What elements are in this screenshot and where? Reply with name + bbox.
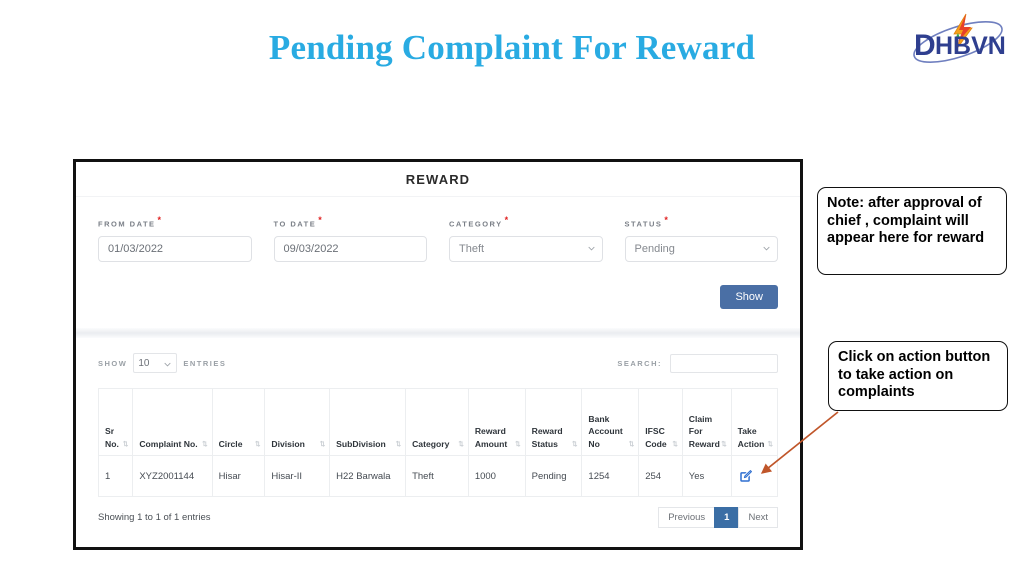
sort-icon: ⇅ <box>721 441 727 448</box>
show-button[interactable]: Show <box>720 285 778 309</box>
category-selected-value: Theft <box>459 242 485 255</box>
sort-icon: ⇅ <box>458 441 464 448</box>
table-controls: SHOW 10 ENTRIES SEARCH: <box>98 350 778 376</box>
sort-icon: ⇅ <box>672 441 678 448</box>
required-marker: * <box>157 215 163 225</box>
filter-form: FROM DATE* TO DATE* CATEGORY* <box>76 197 800 328</box>
from-date-field: FROM DATE * <box>98 215 252 262</box>
to-date-input[interactable] <box>273 235 427 262</box>
cell-reward-status: Pending <box>524 455 583 497</box>
status-selected-value: Pending <box>634 242 675 255</box>
required-marker: * <box>664 215 670 225</box>
card-title: REWARD <box>405 171 471 187</box>
col-circle[interactable]: Circle ⇅ <box>211 388 266 456</box>
required-marker: * <box>318 215 324 225</box>
status-label: STATUS * <box>624 215 670 229</box>
to-date-label: TO DATE * <box>273 215 324 229</box>
cell-sr-no: 1 <box>97 455 134 497</box>
entries-control: SHOW 10 ENTRIES <box>98 353 226 373</box>
col-ifsc-code[interactable]: IFSC Code ⇅ <box>638 388 683 456</box>
col-bank-account-no[interactable]: Bank Account No ⇅ <box>581 388 640 456</box>
page-title: Pending Complaint For Reward <box>268 28 756 67</box>
callout-action: Click on action button to take action on… <box>828 341 1008 411</box>
show-entries-label: SHOW <box>98 358 128 368</box>
app-screenshot: REWARD FROM DATE* TO DATE* <box>73 159 803 550</box>
table-header-row: Sr No. ⇅ Complaint No. ⇅ Circle ⇅ Division ⇅… <box>97 388 779 456</box>
dhbvn-logo: D HBVN <box>902 8 1012 70</box>
col-subdivision[interactable]: SubDivision ⇅ <box>329 388 407 456</box>
sort-icon: ⇅ <box>571 441 578 448</box>
table-footer: Showing 1 to 1 of 1 entries Previous 1 N… <box>98 497 778 528</box>
search-control: SEARCH: <box>617 353 778 373</box>
sort-icon: ⇅ <box>395 441 402 448</box>
cell-category: Theft <box>405 455 469 497</box>
category-select[interactable]: Theft <box>449 235 603 262</box>
col-take-action[interactable]: Take Action ⇅ <box>730 388 779 456</box>
sort-icon: ⇅ <box>628 441 635 448</box>
entries-value: 10 <box>138 357 150 369</box>
from-date-input[interactable] <box>98 235 252 262</box>
chevron-down-icon <box>164 361 171 368</box>
cell-reward-amount: 1000 <box>467 455 526 497</box>
cell-subdivision: H22 Barwala <box>329 455 407 497</box>
col-reward-status[interactable]: Reward Status ⇅ <box>524 388 583 456</box>
rewards-table: Sr No. ⇅ Complaint No. ⇅ Circle ⇅ Division ⇅… <box>97 388 779 497</box>
cell-circle: Hisar <box>211 455 266 497</box>
status-field: STATUS * Pending <box>624 215 778 262</box>
search-input[interactable] <box>670 353 778 373</box>
section-divider <box>76 328 800 338</box>
status-select[interactable]: Pending <box>624 235 778 262</box>
sort-icon: ⇅ <box>254 441 261 448</box>
col-sr-no[interactable]: Sr No. ⇅ <box>97 388 134 456</box>
cell-bank-account-no: 1254 <box>581 455 640 497</box>
from-date-label: FROM DATE * <box>98 215 163 229</box>
sort-icon: ⇅ <box>767 441 774 448</box>
required-marker: * <box>504 215 510 225</box>
sort-icon: ⇅ <box>515 441 521 448</box>
pagination-next[interactable]: Next <box>738 507 778 528</box>
callout-note: Note: after approval of chief , complain… <box>817 187 1007 275</box>
col-division[interactable]: Division ⇅ <box>264 388 331 456</box>
sort-icon: ⇅ <box>122 441 129 448</box>
to-date-field: TO DATE * <box>273 215 427 262</box>
edit-icon[interactable] <box>738 469 753 484</box>
entries-select[interactable]: 10 <box>133 353 178 373</box>
search-label: SEARCH: <box>617 358 662 368</box>
sort-icon: ⇅ <box>319 441 326 448</box>
col-claim-for-reward[interactable]: Claim For Reward ⇅ <box>681 388 732 456</box>
col-category[interactable]: Category ⇅ <box>405 388 469 456</box>
pagination-page-1[interactable]: 1 <box>714 507 740 528</box>
cell-take-action[interactable] <box>730 455 779 497</box>
cell-ifsc-code: 254 <box>638 455 683 497</box>
results-section: SHOW 10 ENTRIES SEARCH: Sr No. ⇅ Complai… <box>76 338 800 528</box>
category-field: CATEGORY * Theft <box>449 215 603 262</box>
cell-claim-for-reward: Yes <box>681 455 732 497</box>
showing-entries-text: Showing 1 to 1 of 1 entries <box>98 512 211 523</box>
cell-division: Hisar-II <box>264 455 331 497</box>
col-complaint-no[interactable]: Complaint No. ⇅ <box>132 388 213 456</box>
table-row: 1 XYZ2001144 Hisar Hisar-II H22 Barwala … <box>97 455 779 497</box>
svg-text:HBVN: HBVN <box>935 32 1006 60</box>
cell-complaint-no: XYZ2001144 <box>132 455 213 497</box>
pagination: Previous 1 Next <box>658 507 778 528</box>
card-header: REWARD <box>76 162 800 197</box>
sort-icon: ⇅ <box>202 441 208 448</box>
pagination-previous[interactable]: Previous <box>658 507 716 528</box>
entries-suffix-label: ENTRIES <box>183 358 227 368</box>
svg-text:D: D <box>914 29 936 62</box>
category-label: CATEGORY * <box>449 215 510 229</box>
col-reward-amount[interactable]: Reward Amount ⇅ <box>467 388 526 456</box>
